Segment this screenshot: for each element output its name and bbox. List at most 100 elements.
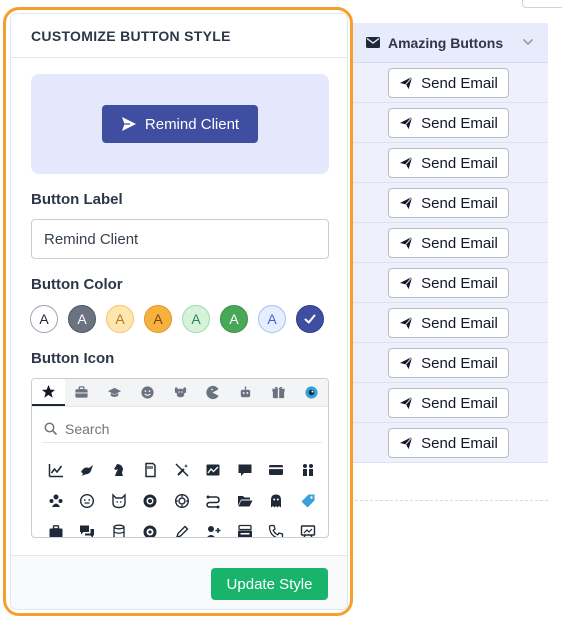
send-email-button[interactable]: Send Email: [388, 388, 509, 418]
icon-category-tab-eye[interactable]: [295, 379, 328, 406]
send-email-button-label: Send Email: [421, 74, 498, 92]
icon-option-route[interactable]: [198, 485, 230, 516]
route-icon: [206, 495, 221, 508]
smiley-icon: [141, 386, 154, 399]
user-group-icon: [49, 494, 63, 507]
icon-option-comment[interactable]: [229, 454, 261, 485]
send-email-button-label: Send Email: [421, 314, 498, 332]
icon-search: [42, 415, 322, 443]
icon-option-badge[interactable]: [135, 485, 167, 516]
send-email-button[interactable]: Send Email: [388, 188, 509, 218]
icon-category-tabs: [32, 379, 328, 407]
paper-plane-icon: [400, 276, 413, 290]
send-email-button[interactable]: Send Email: [388, 428, 509, 458]
icon-option-wand-slash[interactable]: [166, 454, 198, 485]
icon-option-chat[interactable]: [72, 516, 104, 537]
send-email-button[interactable]: Send Email: [388, 108, 509, 138]
icon-option-sd-card[interactable]: [135, 454, 167, 485]
paper-plane-icon: [400, 76, 413, 90]
grid-row: Send Email: [340, 103, 548, 143]
grid-row: Send Email: [340, 263, 548, 303]
paper-plane-icon: [400, 156, 413, 170]
icon-option-folder-open[interactable]: [229, 485, 261, 516]
send-email-button[interactable]: Send Email: [388, 348, 509, 378]
grid-row: Send Email: [340, 303, 548, 343]
icon-option-chess-knight[interactable]: [103, 454, 135, 485]
icon-option-face[interactable]: [72, 485, 104, 516]
send-email-button[interactable]: Send Email: [388, 68, 509, 98]
wand-slash-icon: [175, 462, 189, 477]
eye-icon: [305, 386, 318, 399]
customize-button-style-panel: CUSTOMIZE BUTTON STYLE Remind Client But…: [10, 13, 348, 610]
icon-option-ghost[interactable]: [261, 485, 293, 516]
grid-row: Send Email: [340, 423, 548, 463]
button-preview: Remind Client: [31, 74, 329, 174]
icon-option-tray[interactable]: [229, 516, 261, 537]
icon-category-tab-robot[interactable]: [229, 379, 262, 406]
comment-icon: [238, 464, 252, 476]
send-email-button[interactable]: Send Email: [388, 308, 509, 338]
panel-footer: Update Style: [11, 555, 347, 609]
icon-category-tab-star[interactable]: [32, 379, 65, 406]
column-header-label: Amazing Buttons: [388, 34, 504, 51]
icon-option-user-plus[interactable]: [198, 516, 230, 537]
preview-button-label: Remind Client: [144, 115, 240, 133]
send-email-button-label: Send Email: [421, 114, 498, 132]
send-email-button-label: Send Email: [421, 354, 498, 372]
icon-option-easel[interactable]: [292, 516, 324, 537]
paper-plane-icon: [400, 356, 413, 370]
color-swatch-letter: A: [77, 311, 87, 327]
phone-icon: [269, 524, 284, 537]
icon-option-cat-face[interactable]: [103, 485, 135, 516]
send-email-button-label: Send Email: [421, 194, 498, 212]
icon-category-tab-pacman[interactable]: [196, 379, 229, 406]
icon-option-gear-circle[interactable]: [166, 485, 198, 516]
update-style-button[interactable]: Update Style: [211, 568, 328, 600]
chart-line-icon: [48, 463, 63, 477]
color-swatch-selected[interactable]: [296, 305, 324, 333]
icon-option-pen[interactable]: [166, 516, 198, 537]
icon-category-tab-gift[interactable]: [262, 379, 295, 406]
color-swatch-letter: A: [229, 311, 239, 327]
icon-category-tab-dog[interactable]: [164, 379, 197, 406]
color-swatch[interactable]: A: [30, 305, 58, 333]
icon-option-image-chart[interactable]: [198, 454, 230, 485]
color-swatch[interactable]: A: [106, 305, 134, 333]
chevron-down-icon[interactable]: [522, 36, 534, 48]
face-icon: [80, 493, 95, 508]
icon-category-tab-graduation-cap[interactable]: [98, 379, 131, 406]
icon-option-chart-line[interactable]: [40, 454, 72, 485]
send-email-button[interactable]: Send Email: [388, 228, 509, 258]
icon-option-people[interactable]: [292, 454, 324, 485]
icon-option-bird[interactable]: [72, 454, 104, 485]
icon-option-database[interactable]: [103, 516, 135, 537]
folder-open-icon: [237, 495, 253, 506]
color-swatch[interactable]: A: [258, 305, 286, 333]
credit-card-icon: [269, 464, 284, 475]
grid-row: Send Email: [340, 183, 548, 223]
badge-icon: [143, 494, 157, 507]
preview-button[interactable]: Remind Client: [102, 105, 258, 143]
send-email-button[interactable]: Send Email: [388, 148, 509, 178]
column-header[interactable]: Amazing Buttons: [340, 23, 548, 63]
icon-option-suitcase[interactable]: [40, 516, 72, 537]
color-swatch-letter: A: [267, 311, 277, 327]
color-swatch[interactable]: A: [220, 305, 248, 333]
color-swatch[interactable]: A: [68, 305, 96, 333]
icon-option-user-group[interactable]: [40, 485, 72, 516]
icon-category-tab-briefcase[interactable]: [65, 379, 98, 406]
button-label-input[interactable]: [31, 219, 329, 259]
icon-option-credit-card[interactable]: [261, 454, 293, 485]
icon-category-tab-smiley[interactable]: [131, 379, 164, 406]
pacman-icon: [206, 385, 219, 400]
icon-option-tag[interactable]: [292, 485, 324, 516]
color-swatch[interactable]: A: [144, 305, 172, 333]
send-email-button[interactable]: Send Email: [388, 268, 509, 298]
color-swatch[interactable]: A: [182, 305, 210, 333]
color-swatches: AAAAAAA: [30, 305, 324, 333]
icon-option-target[interactable]: [135, 516, 167, 537]
data-grid: Amazing Buttons Send Email Send Email Send…: [340, 23, 548, 501]
color-swatch-letter: A: [153, 311, 163, 327]
icon-option-phone[interactable]: [261, 516, 293, 537]
icon-search-input[interactable]: [65, 420, 305, 437]
